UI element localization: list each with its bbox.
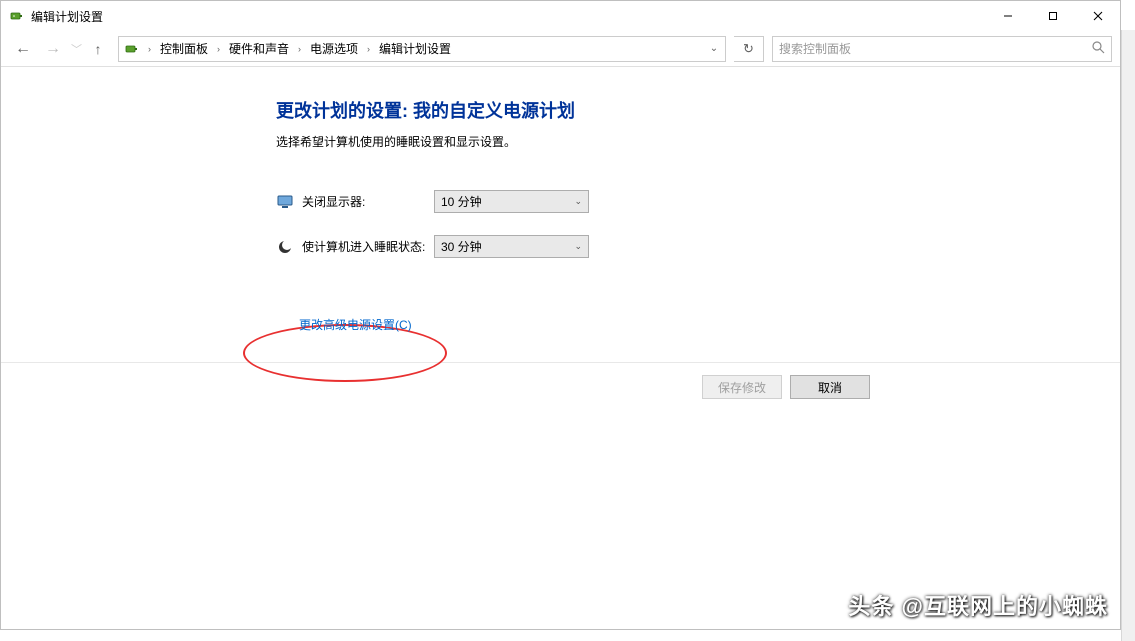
select-value: 30 分钟	[441, 238, 482, 255]
setting-label: 关闭显示器:	[302, 193, 434, 210]
nav-back-button[interactable]: ←	[9, 35, 37, 63]
content-area: 更改计划的设置: 我的自定义电源计划 选择希望计算机使用的睡眠设置和显示设置。 …	[1, 67, 1120, 399]
display-off-select[interactable]: 10 分钟 ⌄	[434, 190, 589, 213]
search-icon[interactable]	[1092, 41, 1105, 57]
watermark-text: 头条 @互联网上的小蜘蛛	[848, 589, 1108, 621]
nav-history-dropdown[interactable]: ﹀	[71, 41, 82, 57]
chevron-down-icon: ⌄	[574, 196, 582, 207]
power-options-icon	[9, 8, 25, 24]
select-value: 10 分钟	[441, 193, 482, 210]
breadcrumb-item[interactable]: 编辑计划设置	[377, 38, 453, 59]
cancel-button[interactable]: 取消	[790, 375, 870, 399]
chevron-right-icon[interactable]: ›	[295, 44, 304, 54]
right-scrollbar-edge	[1121, 30, 1135, 641]
titlebar: 编辑计划设置	[1, 1, 1120, 31]
setting-row-display-off: 关闭显示器: 10 分钟 ⌄	[276, 190, 1120, 213]
chevron-right-icon[interactable]: ›	[214, 44, 223, 54]
close-button[interactable]	[1075, 2, 1120, 31]
nav-up-button[interactable]: ↑	[86, 37, 110, 61]
maximize-button[interactable]	[1030, 2, 1075, 31]
setting-row-sleep: 使计算机进入睡眠状态: 30 分钟 ⌄	[276, 235, 1120, 258]
titlebar-left: 编辑计划设置	[9, 8, 103, 25]
navbar: ← → ﹀ ↑ › 控制面板 › 硬件和声音 › 电源选项 › 编辑计划设置 ⌄…	[1, 31, 1120, 67]
page-title: 更改计划的设置: 我的自定义电源计划	[276, 97, 1120, 123]
chevron-right-icon[interactable]: ›	[364, 44, 373, 54]
moon-icon	[276, 238, 294, 256]
sleep-select[interactable]: 30 分钟 ⌄	[434, 235, 589, 258]
breadcrumb-item[interactable]: 电源选项	[308, 38, 360, 59]
save-button[interactable]: 保存修改	[702, 375, 782, 399]
search-input[interactable]	[779, 42, 1092, 56]
power-options-icon	[123, 40, 141, 58]
setting-label: 使计算机进入睡眠状态:	[302, 238, 434, 255]
chevron-down-icon: ⌄	[574, 241, 582, 252]
address-dropdown[interactable]: ⌄	[703, 43, 725, 54]
address-bar[interactable]: › 控制面板 › 硬件和声音 › 电源选项 › 编辑计划设置 ⌄	[118, 36, 726, 62]
minimize-button[interactable]	[985, 2, 1030, 31]
chevron-right-icon[interactable]: ›	[145, 44, 154, 54]
window-controls	[985, 2, 1120, 31]
breadcrumb-item[interactable]: 控制面板	[158, 38, 210, 59]
nav-forward-button[interactable]: →	[39, 35, 67, 63]
highlight-ellipse	[243, 324, 447, 382]
refresh-button[interactable]: ↻	[734, 36, 764, 62]
footer-buttons: 保存修改 取消	[1, 375, 1120, 399]
window-title: 编辑计划设置	[31, 8, 103, 25]
search-bar[interactable]	[772, 36, 1112, 62]
advanced-power-settings-link[interactable]: 更改高级电源设置(C)	[299, 318, 412, 332]
monitor-icon	[276, 193, 294, 211]
divider	[1, 362, 1120, 363]
window-frame: 编辑计划设置 ← → ﹀ ↑ › 控制面板 › 硬件和声音 ›	[0, 0, 1121, 630]
breadcrumb-item[interactable]: 硬件和声音	[227, 38, 291, 59]
page-subtitle: 选择希望计算机使用的睡眠设置和显示设置。	[276, 133, 1120, 150]
